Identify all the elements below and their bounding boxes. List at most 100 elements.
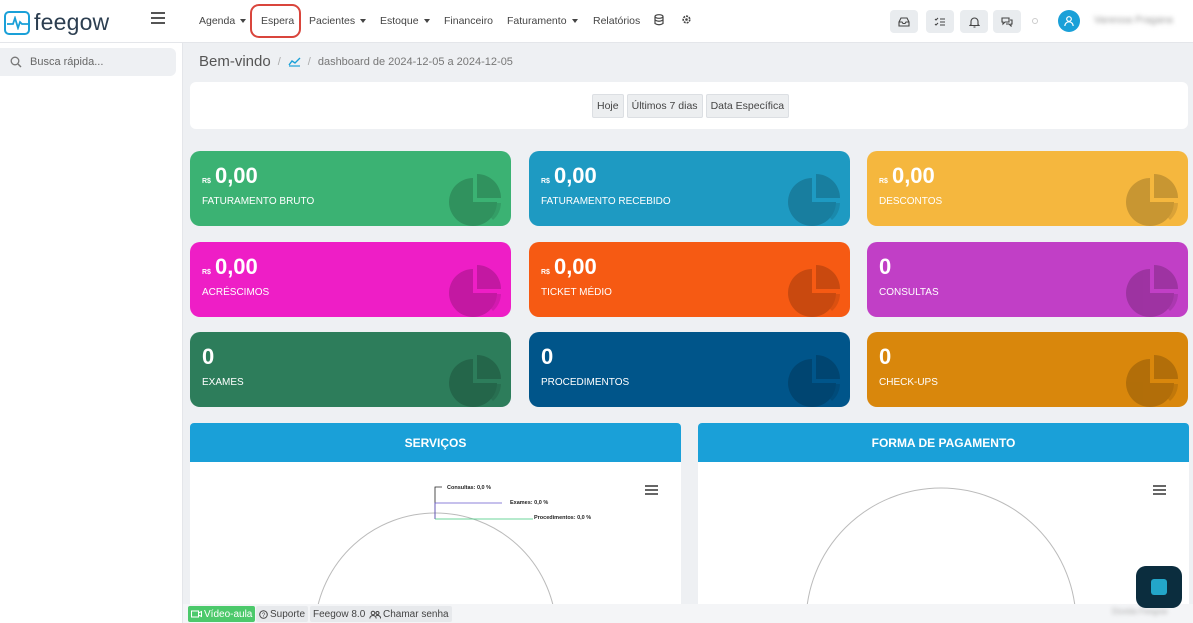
stat-label: ACRÉSCIMOS: [202, 287, 270, 298]
stat-number: 0: [879, 254, 892, 279]
stat-card: 0 CHECK-UPS: [867, 332, 1188, 407]
services-title: SERVIÇOS: [190, 423, 681, 462]
pie-chart-icon: [1126, 355, 1178, 407]
nav-agenda[interactable]: Agenda: [199, 15, 247, 27]
video-lesson-button[interactable]: Vídeo-aula: [188, 606, 256, 622]
stat-value: R$ 0,00: [202, 163, 258, 189]
payment-panel: FORMA DE PAGAMENTO: [698, 423, 1189, 623]
avatar[interactable]: [1058, 10, 1080, 32]
chat-icon[interactable]: [993, 10, 1021, 33]
chevron-down-icon: [423, 19, 430, 23]
stat-label: FATURAMENTO RECEBIDO: [541, 196, 671, 207]
stat-label: EXAMES: [202, 377, 244, 388]
status-dot-icon: [1032, 18, 1038, 24]
nav-relatorios[interactable]: Relatórios: [593, 15, 640, 27]
pie-chart-icon: [788, 355, 840, 407]
logo[interactable]: feegow: [4, 9, 109, 36]
stat-label: DESCONTOS: [879, 196, 943, 207]
stat-number: 0,00: [553, 163, 597, 188]
top-bar: feegow Agenda Espera Pacientes Estoque F…: [0, 0, 1193, 43]
payment-pie-chart: [805, 487, 1077, 623]
stat-label: CONSULTAS: [879, 287, 939, 298]
stat-value: 0: [879, 254, 891, 280]
sidebar: [0, 43, 183, 623]
stat-number: 0: [879, 344, 892, 369]
user-name[interactable]: Vanessa Pragana: [1094, 15, 1173, 26]
stat-card: R$ 0,00 DESCONTOS: [867, 151, 1188, 226]
stat-label: PROCEDIMENTOS: [541, 377, 630, 388]
stat-value: 0: [202, 344, 214, 370]
stat-number: 0,00: [214, 254, 258, 279]
pie-chart-icon: [788, 174, 840, 226]
chevron-down-icon: [240, 19, 247, 23]
stat-number: 0,00: [891, 163, 935, 188]
nav-financeiro[interactable]: Financeiro: [444, 15, 493, 27]
stat-card: R$ 0,00 ACRÉSCIMOS: [190, 242, 511, 317]
call-password-button[interactable]: Chamar senha: [366, 606, 452, 622]
currency-symbol: R$: [879, 178, 888, 185]
chat-widget-icon: [1151, 579, 1167, 595]
pie-chart-icon: [1126, 174, 1178, 226]
stat-number: 0,00: [214, 163, 258, 188]
nav-pacientes[interactable]: Pacientes: [309, 15, 367, 27]
stat-number: 0,00: [553, 254, 597, 279]
stat-value: R$ 0,00: [879, 163, 935, 189]
services-panel: SERVIÇOS Consultas: 0,0 % Exames: 0,0 % …: [190, 423, 681, 623]
support-button[interactable]: ? Suporte: [256, 606, 309, 622]
chevron-down-icon: [360, 19, 367, 23]
date-filter-group: Hoje Últimos 7 dias Data Específica: [592, 94, 790, 118]
page-title: Bem-vindo: [199, 53, 271, 70]
stat-card: R$ 0,00 FATURAMENTO BRUTO: [190, 151, 511, 226]
footer-bar: Vídeo-aula ? Suporte Feegow 8.0 Chamar s…: [183, 604, 1193, 623]
search-icon: [10, 56, 22, 68]
stat-card: R$ 0,00 FATURAMENTO RECEBIDO: [529, 151, 850, 226]
stat-number: 0: [202, 344, 215, 369]
payment-title: FORMA DE PAGAMENTO: [698, 423, 1189, 462]
stat-card: R$ 0,00 TICKET MÉDIO: [529, 242, 850, 317]
services-pie-chart: [314, 486, 557, 623]
filter-last7-button[interactable]: Últimos 7 dias: [626, 94, 703, 118]
logo-text: feegow: [34, 9, 110, 35]
date-filter-panel: Hoje Últimos 7 dias Data Específica: [190, 82, 1188, 129]
chat-widget-button[interactable]: [1136, 566, 1182, 608]
legend-consultas: Consultas: 0,0 %: [447, 485, 492, 491]
pie-chart-icon: [449, 265, 501, 317]
pie-chart-icon: [788, 265, 840, 317]
checklist-icon[interactable]: [926, 10, 954, 33]
stat-label: CHECK-UPS: [879, 377, 938, 388]
chevron-down-icon: [571, 19, 578, 23]
inbox-icon[interactable]: [890, 10, 918, 33]
line-chart-icon[interactable]: [288, 57, 301, 67]
version-label: Feegow 8.0: [310, 606, 369, 622]
currency-symbol: R$: [541, 269, 550, 276]
stat-value: 0: [541, 344, 553, 370]
stat-value: R$ 0,00: [541, 163, 597, 189]
filter-today-button[interactable]: Hoje: [592, 94, 624, 118]
stat-label: TICKET MÉDIO: [541, 287, 612, 298]
stat-card: 0 EXAMES: [190, 332, 511, 407]
filter-specific-date-button[interactable]: Data Específica: [705, 94, 790, 118]
nav-faturamento[interactable]: Faturamento: [507, 15, 578, 27]
stat-label: FATURAMENTO BRUTO: [202, 196, 315, 207]
highlight-ring: [250, 4, 301, 38]
footer-right-text: Dúvida Feegow: [1112, 607, 1168, 616]
gear-icon[interactable]: [681, 14, 692, 25]
video-icon: [191, 610, 202, 618]
bell-icon[interactable]: [960, 10, 988, 33]
currency-symbol: R$: [202, 269, 211, 276]
legend-procedimentos: Procedimentos: 0,0 %: [534, 515, 592, 521]
pie-chart-icon: [1126, 265, 1178, 317]
database-icon[interactable]: [654, 14, 664, 26]
breadcrumb-path: dashboard de 2024-12-05 a 2024-12-05: [317, 55, 513, 68]
stat-card: 0 PROCEDIMENTOS: [529, 332, 850, 407]
stat-value: R$ 0,00: [202, 254, 258, 280]
stat-card: 0 CONSULTAS: [867, 242, 1188, 317]
legend-exames: Exames: 0,0 %: [510, 500, 549, 506]
currency-symbol: R$: [202, 178, 211, 185]
stat-number: 0: [541, 344, 554, 369]
users-icon: [369, 610, 381, 619]
currency-symbol: R$: [541, 178, 550, 185]
nav-estoque[interactable]: Estoque: [380, 15, 430, 27]
menu-toggle-icon[interactable]: [151, 12, 165, 24]
search-input[interactable]: [30, 56, 160, 68]
